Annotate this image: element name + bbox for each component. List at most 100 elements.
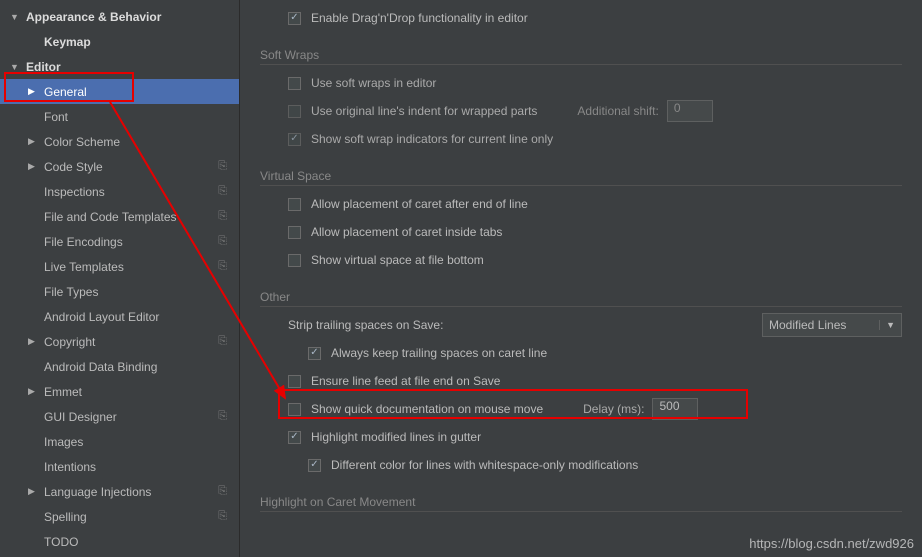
- sidebar-item-label: Intentions: [44, 460, 239, 474]
- sidebar-item-gui-designer[interactable]: GUI Designer⎘: [0, 404, 239, 429]
- checkbox-dragndrop[interactable]: [288, 12, 301, 25]
- checkbox-highlight-modified[interactable]: [288, 431, 301, 444]
- row-enable-dragndrop: Enable Drag'n'Drop functionality in edit…: [260, 4, 902, 32]
- sidebar-item-label: Live Templates: [44, 260, 239, 274]
- sidebar-item-todo[interactable]: TODO: [0, 529, 239, 554]
- chevron-down-icon: ▼: [879, 320, 895, 330]
- sidebar-item-language-injections[interactable]: ▶ Language Injections⎘: [0, 479, 239, 504]
- section-soft-wraps: Soft Wraps: [260, 48, 902, 65]
- label-quick-doc: Show quick documentation on mouse move: [311, 402, 543, 416]
- sidebar-item-appearance-behavior[interactable]: ▼ Appearance & Behavior: [0, 4, 239, 29]
- row-quick-doc: Show quick documentation on mouse move D…: [260, 395, 902, 423]
- checkbox-softwrap-indicators[interactable]: [288, 133, 301, 146]
- sidebar-item-label: File Encodings: [44, 235, 239, 249]
- tree-arrow-icon: ▶: [28, 136, 40, 147]
- checkbox-caret-inside-tabs[interactable]: [288, 226, 301, 239]
- row-caret-inside-tabs: Allow placement of caret inside tabs: [260, 218, 902, 246]
- watermark: https://blog.csdn.net/zwd926: [749, 536, 914, 551]
- sidebar-item-label: Images: [44, 435, 239, 449]
- checkbox-keep-trailing-caret[interactable]: [308, 347, 321, 360]
- label-original-indent: Use original line's indent for wrapped p…: [311, 104, 537, 118]
- sidebar-item-label: Spelling: [44, 510, 239, 524]
- dropdown-strip-trailing[interactable]: Modified Lines ▼: [762, 313, 902, 337]
- tree-arrow-icon: ▶: [28, 336, 40, 347]
- tree-arrow-icon: ▶: [28, 486, 40, 497]
- sidebar-item-intentions[interactable]: Intentions: [0, 454, 239, 479]
- row-softwraps: Use soft wraps in editor: [260, 69, 902, 97]
- project-level-icon: ⎘: [218, 260, 227, 273]
- row-highlight-modified: Highlight modified lines in gutter: [260, 423, 902, 451]
- checkbox-original-indent[interactable]: [288, 105, 301, 118]
- section-highlight-caret-movement: Highlight on Caret Movement: [260, 495, 902, 512]
- sidebar-item-label: TODO: [44, 535, 239, 549]
- project-level-icon: ⎘: [218, 510, 227, 523]
- row-different-color-ws: Different color for lines with whitespac…: [260, 451, 902, 479]
- sidebar-item-label: Editor: [26, 60, 239, 74]
- sidebar-item-label: GUI Designer: [44, 410, 239, 424]
- checkbox-quick-doc[interactable]: [288, 403, 301, 416]
- sidebar-item-label: Color Scheme: [44, 135, 239, 149]
- sidebar-item-live-templates[interactable]: Live Templates⎘: [0, 254, 239, 279]
- project-level-icon: ⎘: [218, 185, 227, 198]
- sidebar-item-label: Appearance & Behavior: [26, 10, 239, 24]
- sidebar-item-label: File Types: [44, 285, 239, 299]
- sidebar-item-label: Language Injections: [44, 485, 239, 499]
- sidebar-item-label: General: [44, 85, 239, 99]
- sidebar-item-file-encodings[interactable]: File Encodings⎘: [0, 229, 239, 254]
- label-virtual-bottom: Show virtual space at file bottom: [311, 253, 484, 267]
- label-softwraps: Use soft wraps in editor: [311, 76, 436, 90]
- tree-arrow-icon: ▶: [28, 386, 40, 397]
- checkbox-softwraps[interactable]: [288, 77, 301, 90]
- sidebar-item-emmet[interactable]: ▶ Emmet: [0, 379, 239, 404]
- sidebar-item-copyright[interactable]: ▶Copyright⎘: [0, 329, 239, 354]
- label-keep-trailing-caret: Always keep trailing spaces on caret lin…: [331, 346, 547, 360]
- project-level-icon: ⎘: [218, 410, 227, 423]
- row-keep-trailing-caret: Always keep trailing spaces on caret lin…: [260, 339, 902, 367]
- sidebar-item-images[interactable]: Images: [0, 429, 239, 454]
- label-caret-inside-tabs: Allow placement of caret inside tabs: [311, 225, 502, 239]
- sidebar-item-spelling[interactable]: Spelling⎘: [0, 504, 239, 529]
- label-strip-trailing: Strip trailing spaces on Save:: [288, 318, 443, 332]
- checkbox-different-color-ws[interactable]: [308, 459, 321, 472]
- project-level-icon: ⎘: [218, 485, 227, 498]
- sidebar-item-color-scheme[interactable]: ▶ Color Scheme: [0, 129, 239, 154]
- tree-arrow-icon: ▶: [28, 161, 40, 172]
- settings-content: Enable Drag'n'Drop functionality in edit…: [240, 0, 922, 557]
- project-level-icon: ⎘: [218, 210, 227, 223]
- sidebar-item-label: Keymap: [44, 35, 239, 49]
- label-additional-shift: Additional shift:: [577, 104, 658, 118]
- sidebar-item-label: Inspections: [44, 185, 239, 199]
- section-virtual-space: Virtual Space: [260, 169, 902, 186]
- tree-arrow-icon: ▼: [10, 12, 22, 22]
- sidebar-item-file-and-code-templates[interactable]: File and Code Templates⎘: [0, 204, 239, 229]
- checkbox-virtual-bottom[interactable]: [288, 254, 301, 267]
- sidebar-item-android-data-binding[interactable]: Android Data Binding: [0, 354, 239, 379]
- label-caret-after-eol: Allow placement of caret after end of li…: [311, 197, 528, 211]
- sidebar-item-code-style[interactable]: ▶ Code Style⎘: [0, 154, 239, 179]
- sidebar-item-label: Android Layout Editor: [44, 310, 239, 324]
- checkbox-ensure-linefeed[interactable]: [288, 375, 301, 388]
- project-level-icon: ⎘: [218, 160, 227, 173]
- label-different-color-ws: Different color for lines with whitespac…: [331, 458, 638, 472]
- sidebar-item-font[interactable]: Font: [0, 104, 239, 129]
- settings-sidebar: ▼ Appearance & Behavior Keymap ▼Editor ▶ Gene…: [0, 0, 240, 557]
- row-caret-after-eol: Allow placement of caret after end of li…: [260, 190, 902, 218]
- checkbox-caret-after-eol[interactable]: [288, 198, 301, 211]
- tree-arrow-icon: ▶: [28, 86, 40, 97]
- sidebar-item-inspections[interactable]: Inspections⎘: [0, 179, 239, 204]
- sidebar-item-label: File and Code Templates: [44, 210, 239, 224]
- sidebar-item-file-types[interactable]: File Types: [0, 279, 239, 304]
- input-additional-shift[interactable]: 0: [667, 100, 713, 122]
- sidebar-item-android-layout-editor[interactable]: Android Layout Editor: [0, 304, 239, 329]
- sidebar-item-label: Font: [44, 110, 239, 124]
- sidebar-item-label: Emmet: [44, 385, 239, 399]
- sidebar-item-label: Android Data Binding: [44, 360, 239, 374]
- sidebar-item-editor[interactable]: ▼Editor: [0, 54, 239, 79]
- sidebar-item-label: Copyright: [44, 335, 239, 349]
- sidebar-item-label: Code Style: [44, 160, 239, 174]
- row-ensure-linefeed: Ensure line feed at file end on Save: [260, 367, 902, 395]
- sidebar-item-keymap[interactable]: Keymap: [0, 29, 239, 54]
- label-softwrap-indicators: Show soft wrap indicators for current li…: [311, 132, 553, 146]
- input-delay-ms[interactable]: 500: [652, 398, 698, 420]
- sidebar-item-general[interactable]: ▶ General: [0, 79, 239, 104]
